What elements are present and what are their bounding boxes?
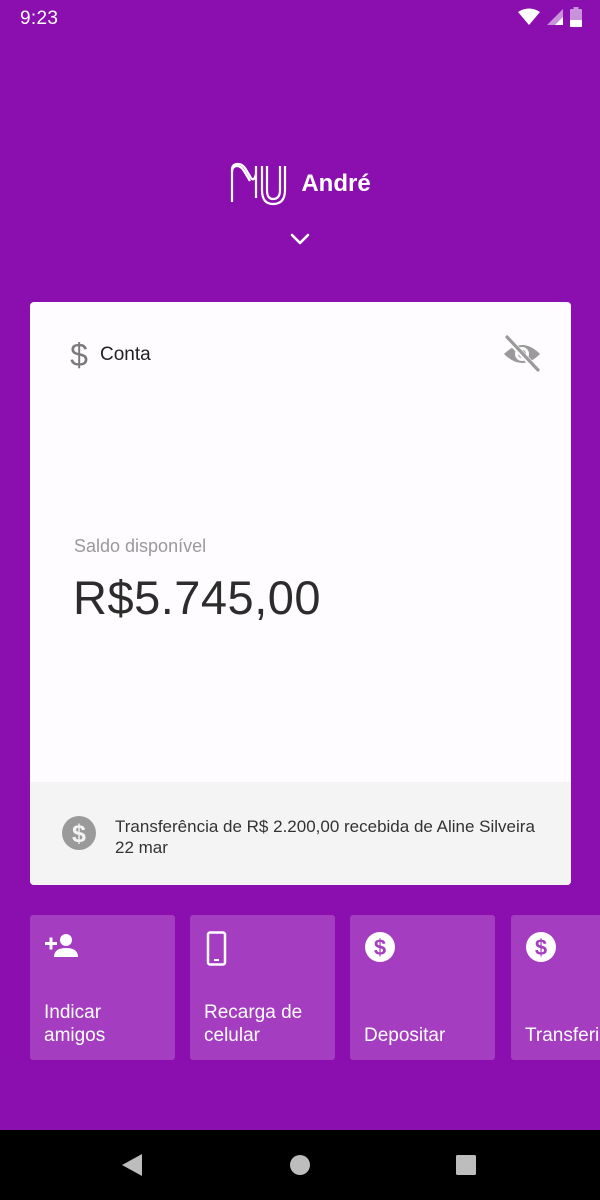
user-name: André <box>301 170 371 197</box>
shortcut-indicar-amigos[interactable]: Indicar amigos <box>30 915 175 1060</box>
shortcut-recarga-celular[interactable]: Recarga de celular <box>190 915 335 1060</box>
add-person-icon <box>45 934 78 957</box>
balance-label: Saldo disponível <box>74 536 207 556</box>
dollar-circle-icon: $ <box>526 932 556 962</box>
account-card[interactable]: $ Conta Saldo disponível R$5.745,00 $ Tr… <box>30 302 571 885</box>
chevron-down-icon[interactable] <box>288 230 312 248</box>
shortcut-label: Recarga de celular <box>204 1002 303 1046</box>
status-icons <box>518 7 582 27</box>
nu-logo <box>231 162 287 206</box>
battery-icon <box>570 7 582 27</box>
svg-text:$: $ <box>535 935 547 960</box>
wifi-icon <box>518 8 540 25</box>
dollar-circle-icon: $ <box>62 816 96 850</box>
account-card-body: $ Conta Saldo disponível R$5.745,00 <box>30 302 571 782</box>
eye-off-icon[interactable] <box>501 334 543 374</box>
svg-text:$: $ <box>72 820 86 848</box>
system-nav-bar <box>0 1130 600 1200</box>
shortcut-label: Transferir <box>525 1025 600 1046</box>
transaction-date: 22 mar <box>115 838 168 857</box>
back-icon[interactable] <box>120 1152 144 1178</box>
home-icon[interactable] <box>289 1154 311 1176</box>
shortcut-label: Indicar amigos <box>44 1002 106 1046</box>
svg-text:$: $ <box>70 338 88 372</box>
transaction-description: Transferência de R$ 2.200,00 recebida de… <box>115 817 535 836</box>
svg-text:$: $ <box>374 935 386 960</box>
status-bar: 9:23 <box>0 0 600 36</box>
status-time: 9:23 <box>20 8 59 29</box>
dollar-icon: $ <box>70 338 88 372</box>
account-header[interactable]: André <box>0 160 600 208</box>
last-transaction[interactable]: $ Transferência de R$ 2.200,00 recebida … <box>30 782 571 885</box>
card-title: Conta <box>100 344 151 365</box>
transaction-details: Transferência de R$ 2.200,00 recebida de… <box>115 816 535 858</box>
shortcut-label: Depositar <box>364 1025 446 1046</box>
shortcut-depositar[interactable]: $ Depositar <box>350 915 495 1060</box>
shortcut-transferir[interactable]: $ Transferir <box>511 915 600 1060</box>
card-title-row: $ Conta <box>68 338 151 372</box>
dollar-circle-icon: $ <box>365 932 395 962</box>
phone-icon <box>206 931 227 966</box>
signal-icon <box>547 9 563 25</box>
balance-value: R$5.745,00 <box>73 571 322 624</box>
recents-icon[interactable] <box>455 1154 477 1176</box>
